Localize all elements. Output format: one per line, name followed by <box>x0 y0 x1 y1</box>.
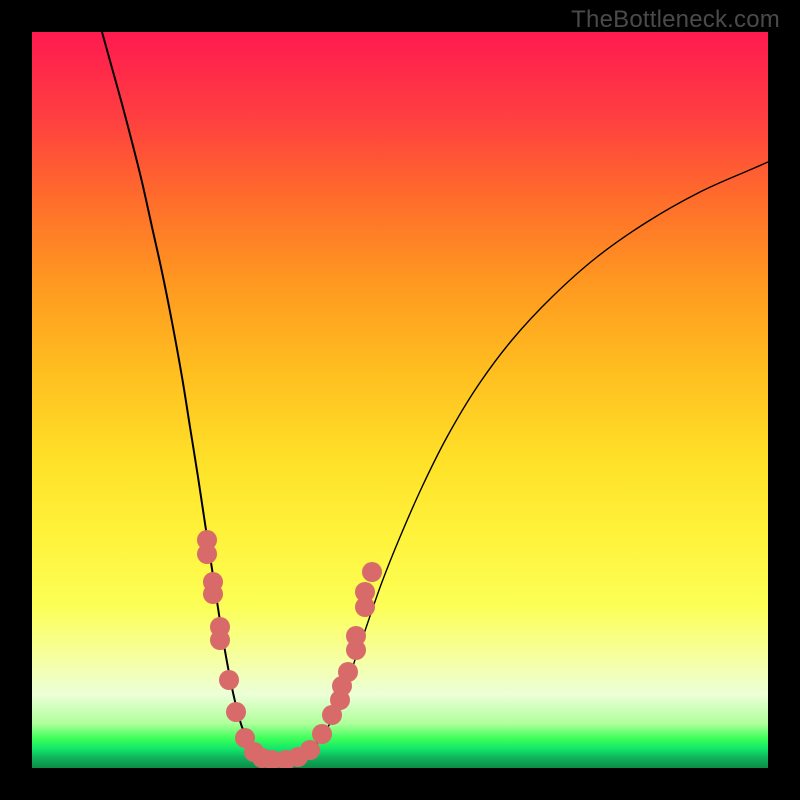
data-marker <box>338 662 358 682</box>
data-marker <box>300 740 320 760</box>
watermark-text: TheBottleneck.com <box>571 6 780 34</box>
data-marker <box>355 582 375 602</box>
data-marker <box>346 626 366 646</box>
plot-area <box>32 32 768 768</box>
data-marker <box>226 702 246 722</box>
outer-frame: TheBottleneck.com <box>0 0 800 800</box>
chart-svg <box>32 32 768 768</box>
data-marker <box>197 544 217 564</box>
data-marker <box>203 584 223 604</box>
data-marker <box>210 630 230 650</box>
data-marker <box>312 724 332 744</box>
curve-left-branch <box>102 32 276 760</box>
data-marker <box>362 562 382 582</box>
data-marker <box>219 670 239 690</box>
